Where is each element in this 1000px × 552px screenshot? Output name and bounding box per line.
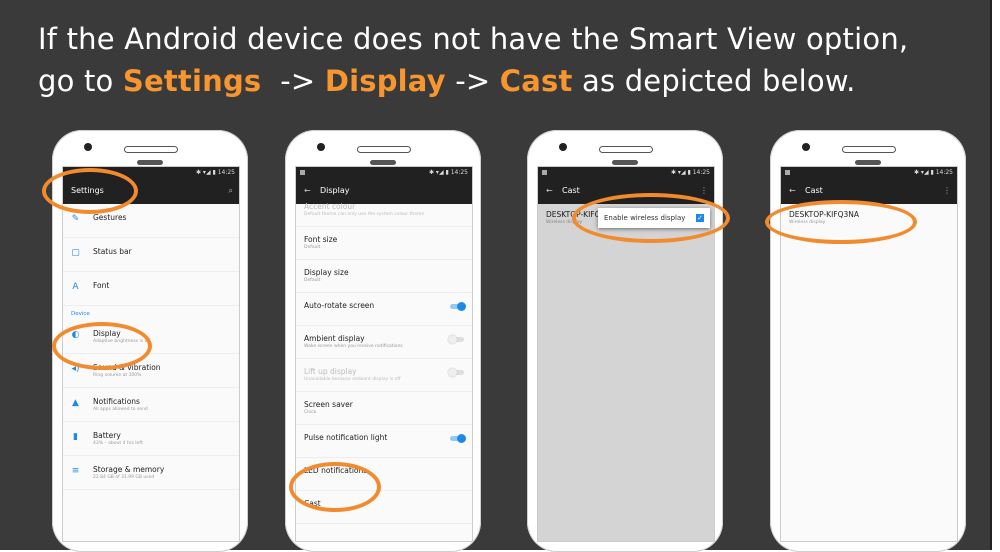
display-item-label: Auto-rotate screen — [304, 301, 375, 310]
highlight-ring-enable-wireless — [572, 193, 730, 243]
display-item-pulse-notification-light[interactable]: Pulse notification light — [296, 425, 472, 458]
speaker-grille — [124, 146, 178, 153]
settings-item-sub: Ring volume at 100% — [93, 373, 142, 378]
title-arrow-2: -> — [445, 64, 500, 98]
display-item-sub: Clock — [304, 410, 317, 415]
display-item-label: Pulse notification light — [304, 433, 388, 442]
highlight-ring-settings — [42, 168, 138, 214]
settings-item-icon: ▢ — [71, 248, 80, 258]
title-tail: as depicted below. — [572, 64, 856, 98]
settings-item-label: Font — [93, 281, 110, 290]
toggle-switch[interactable] — [450, 434, 466, 443]
title-go-to: go to — [38, 64, 123, 98]
status-time: 14:25 — [450, 169, 468, 176]
status-time: 14:25 — [217, 169, 235, 176]
display-item-label: Accent colour — [304, 202, 356, 211]
sensor — [612, 160, 638, 165]
status-bar: ✱ ▾◢ ▮ 14:25 — [296, 167, 472, 178]
status-time: 14:25 — [692, 169, 710, 176]
cast-title: Cast — [562, 186, 580, 195]
status-icons: ✱ ▾◢ ▮ — [914, 169, 934, 176]
display-item-font-size[interactable]: Font size Default — [296, 227, 472, 260]
settings-item-storage-memory[interactable]: ≡ Storage & memory 22.84 GB of 31.99 GB us… — [63, 456, 239, 490]
sensor — [137, 160, 163, 165]
display-item-auto-rotate-screen[interactable]: Auto-rotate screen — [296, 293, 472, 326]
settings-item-label: Storage & memory — [93, 465, 165, 474]
slide-title: If the Android device does not have the … — [38, 18, 978, 102]
camera-icon — [802, 143, 810, 151]
settings-item-label: Notifications — [93, 397, 140, 406]
display-item-sub: Default — [304, 278, 321, 283]
cast-title: Cast — [805, 186, 823, 195]
display-item-display-size[interactable]: Display size Default — [296, 260, 472, 293]
speaker-grille — [357, 146, 411, 153]
dim-overlay — [538, 204, 714, 541]
settings-item-sub: All apps allowed to send — [93, 407, 148, 412]
settings-item-sub: 22.84 GB of 31.99 GB used — [93, 475, 155, 480]
speaker-grille — [842, 146, 896, 153]
title-cast: Cast — [499, 64, 573, 98]
sensor — [855, 160, 881, 165]
settings-item-sub: 43% – about 4 hrs left — [93, 441, 143, 446]
camera-icon — [84, 143, 92, 151]
status-icons: ✱ ▾◢ ▮ — [429, 169, 449, 176]
title-line-1: If the Android device does not have the … — [38, 22, 909, 56]
sensor — [370, 160, 396, 165]
settings-item-status-bar[interactable]: ▢ Status bar — [63, 238, 239, 272]
speaker-grille — [599, 146, 653, 153]
display-item-label: Font size — [304, 235, 338, 244]
settings-item-icon: A — [72, 282, 79, 292]
settings-item-label: Status bar — [93, 247, 132, 256]
display-item-screen-saver[interactable]: Screen saver Clock — [296, 392, 472, 425]
camera-icon — [559, 143, 567, 151]
phone-cast: ✱ ▾◢ ▮ 14:25 ← Cast ⋮ DESKTOP-KIFQ3NA Wir… — [770, 130, 966, 552]
status-time: 14:25 — [935, 169, 953, 176]
toggle-switch[interactable] — [448, 335, 464, 344]
display-item-sub: Default theme can only use the system co… — [304, 212, 425, 217]
status-bar: ✱ ▾◢ ▮ 14:25 — [538, 167, 714, 178]
display-item-accent-colour[interactable]: Accent colour Default theme can only use … — [296, 194, 472, 227]
display-item-label: Display size — [304, 268, 349, 277]
slide: If the Android device does not have the … — [0, 0, 992, 552]
title-settings: Settings — [122, 64, 262, 98]
settings-item-notifications[interactable]: ▲ Notifications All apps allowed to send — [63, 388, 239, 422]
display-item-sub: Unavailable because ambient display is o… — [304, 377, 401, 382]
display-item-ambient-display[interactable]: Ambient display Wake screen when you rece… — [296, 326, 472, 359]
camera-icon — [317, 143, 325, 151]
settings-item-label: Battery — [93, 431, 121, 440]
section-device: Device — [71, 311, 90, 317]
highlight-ring-display — [52, 322, 152, 370]
highlight-ring-cast — [289, 462, 381, 512]
display-item-label: Screen saver — [304, 400, 353, 409]
display-item-sub: Wake screen when you receive notificatio… — [304, 344, 403, 349]
display-item-sub: Default — [304, 245, 321, 250]
settings-item-label: Gestures — [93, 213, 127, 222]
settings-item-battery[interactable]: ▮ Battery 43% – about 4 hrs left — [63, 422, 239, 456]
status-icons: ✱ ▾◢ ▮ — [196, 169, 216, 176]
display-item-lift-up-display[interactable]: Lift up display Unavailable because ambie… — [296, 359, 472, 392]
settings-item-font[interactable]: A Font — [63, 272, 239, 306]
toggle-switch[interactable] — [450, 302, 466, 311]
title-line-2: go to Settings -> Display -> Cast as dep… — [38, 60, 978, 102]
settings-item-icon: ✎ — [71, 214, 80, 224]
app-bar: ← Cast ⋮ — [781, 178, 957, 204]
settings-item-icon: ▮ — [73, 432, 78, 442]
display-item-label: Ambient display — [304, 334, 365, 343]
back-arrow-icon[interactable]: ← — [546, 178, 562, 204]
status-icons: ✱ ▾◢ ▮ — [671, 169, 691, 176]
title-arrow-1: -> — [261, 64, 325, 98]
search-icon[interactable]: ⌕ — [229, 178, 233, 204]
settings-item-icon: ▲ — [72, 398, 79, 408]
status-bar: ✱ ▾◢ ▮ 14:25 — [781, 167, 957, 178]
display-item-label: Lift up display — [304, 367, 357, 376]
more-options-icon[interactable]: ⋮ — [943, 178, 951, 204]
highlight-ring-desktop — [765, 200, 917, 244]
title-display: Display — [324, 64, 446, 98]
settings-item-icon: ≡ — [71, 466, 80, 476]
toggle-switch[interactable] — [448, 368, 464, 377]
back-arrow-icon[interactable]: ← — [789, 178, 805, 204]
